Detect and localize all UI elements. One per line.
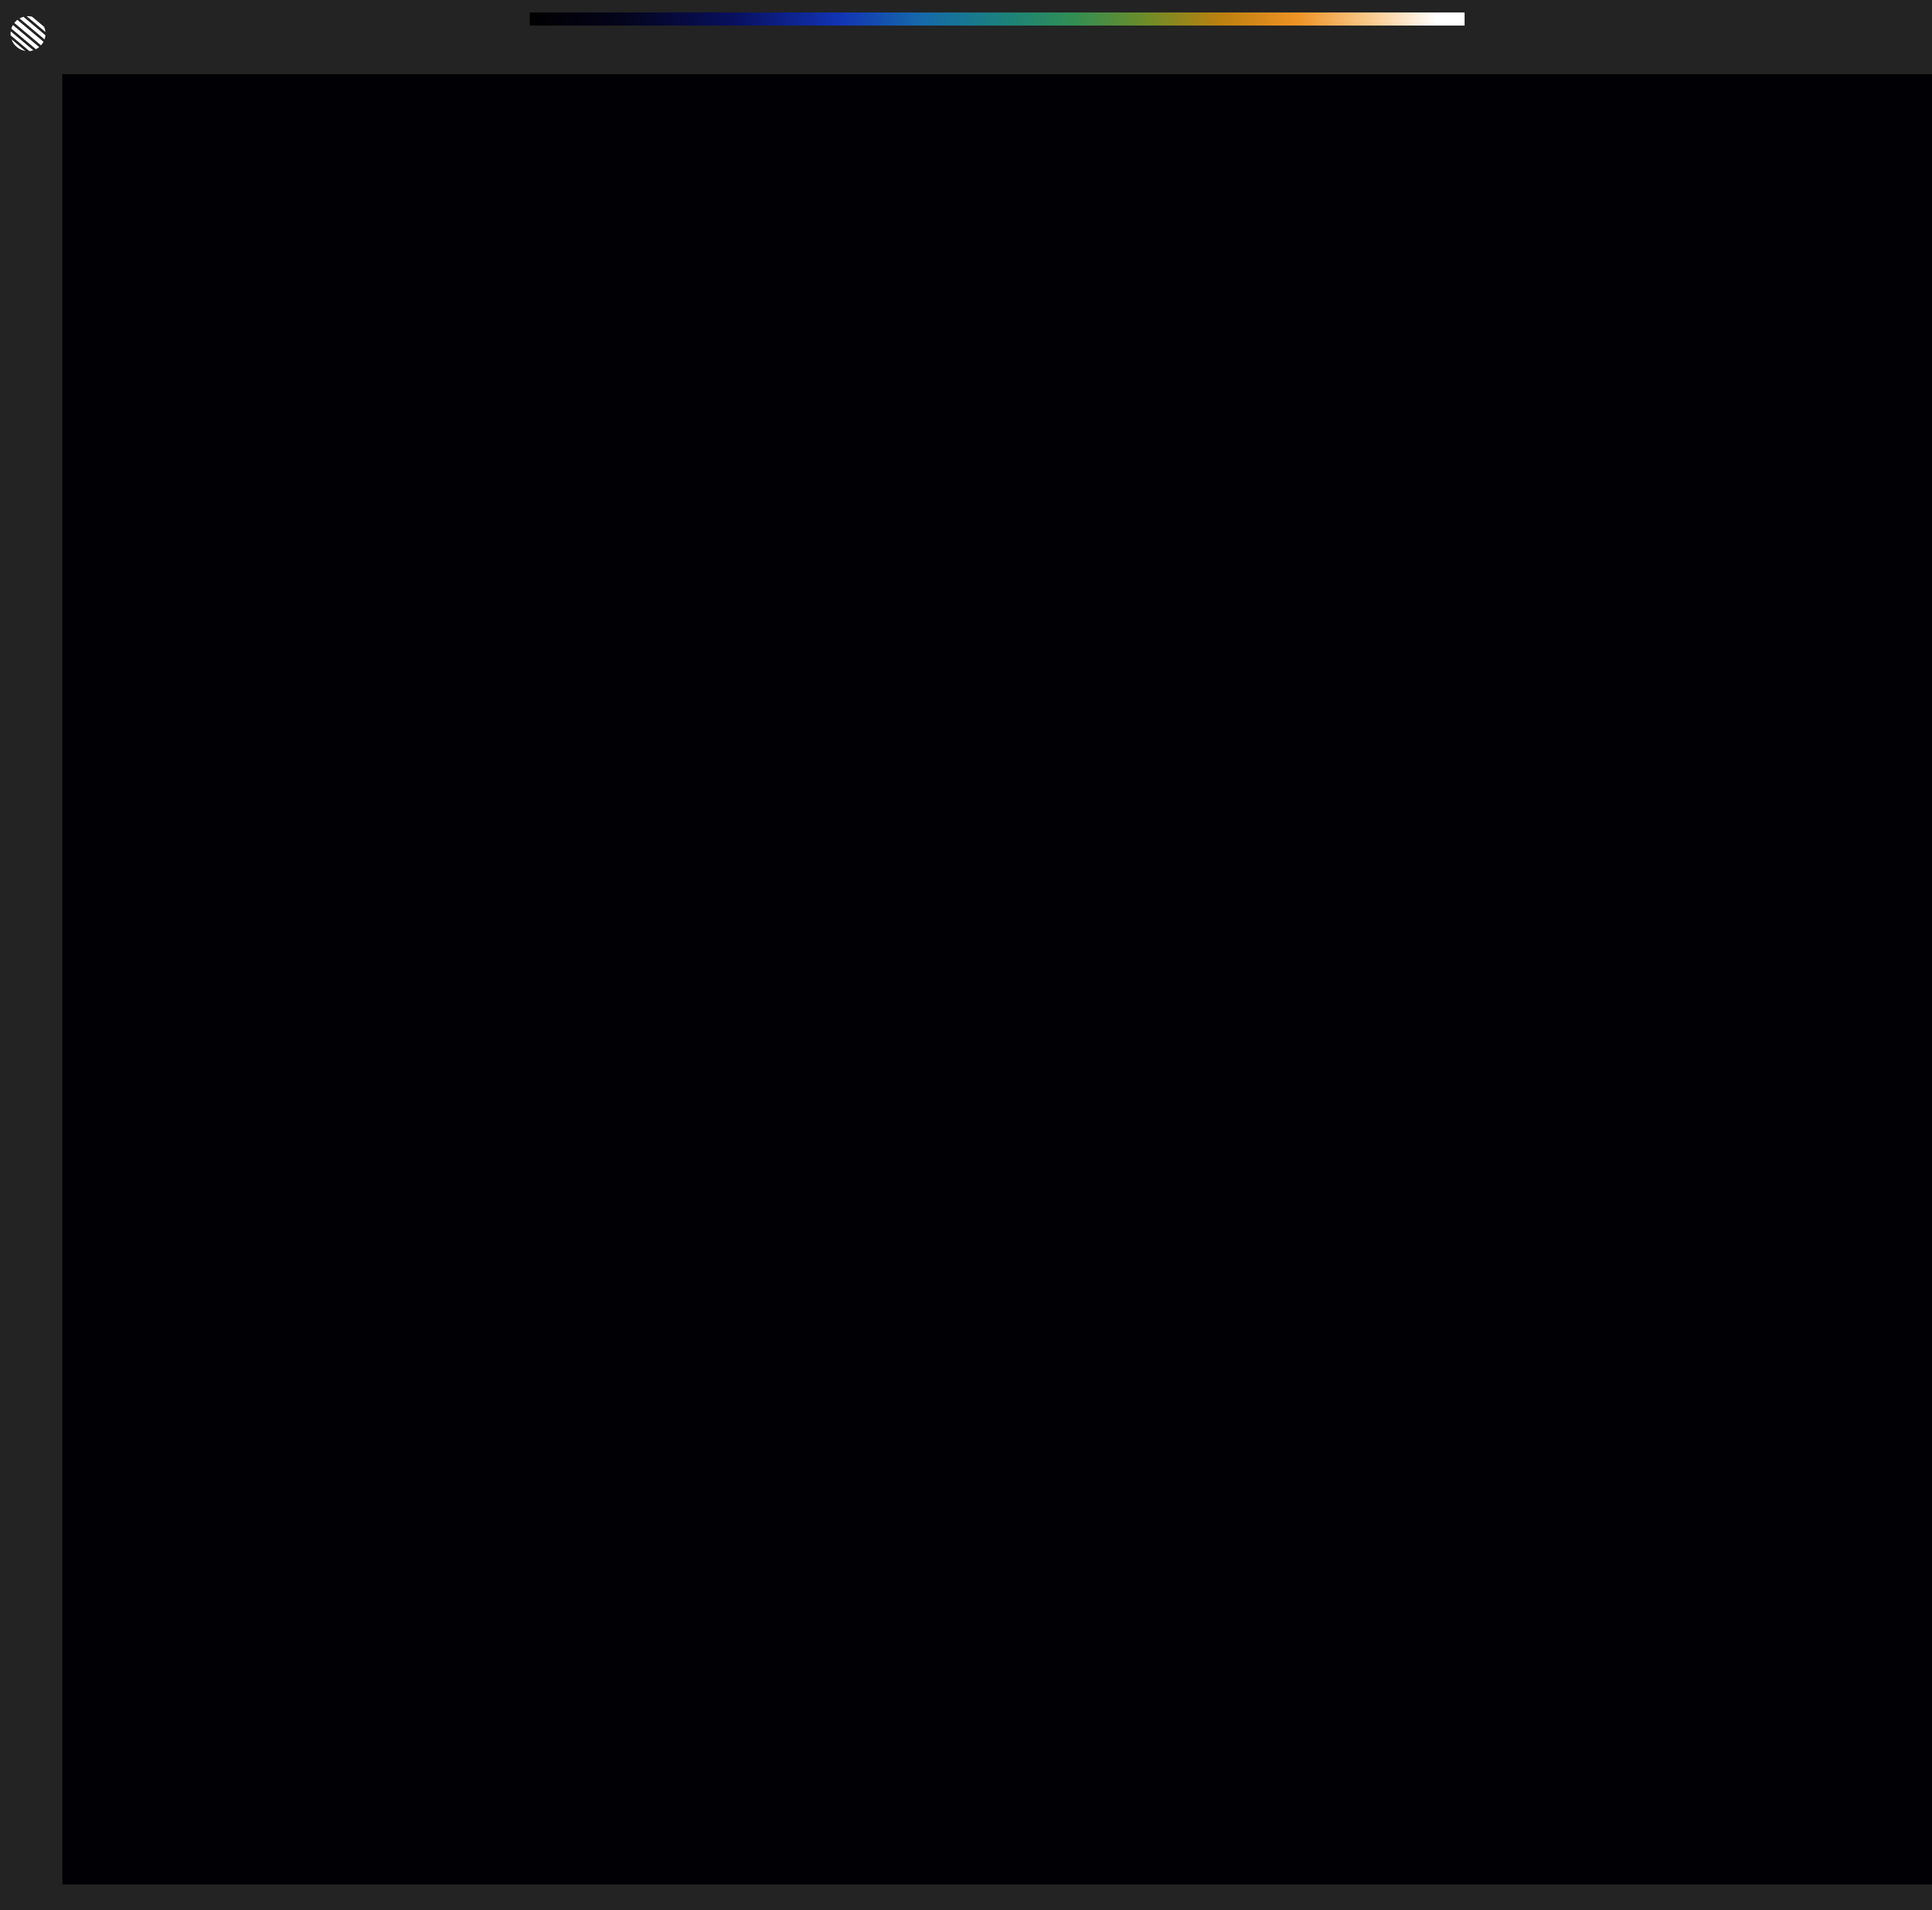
spectrogram-page: { "header": { "logo": {"org": "GFZ", "li… xyxy=(0,0,1932,1910)
status-bar xyxy=(0,1884,1932,1910)
spectrogram-canvas xyxy=(62,74,1932,1884)
spectrogram-plot xyxy=(62,74,1932,1884)
time-axis xyxy=(0,0,62,1910)
frequency-axis xyxy=(0,0,1932,74)
